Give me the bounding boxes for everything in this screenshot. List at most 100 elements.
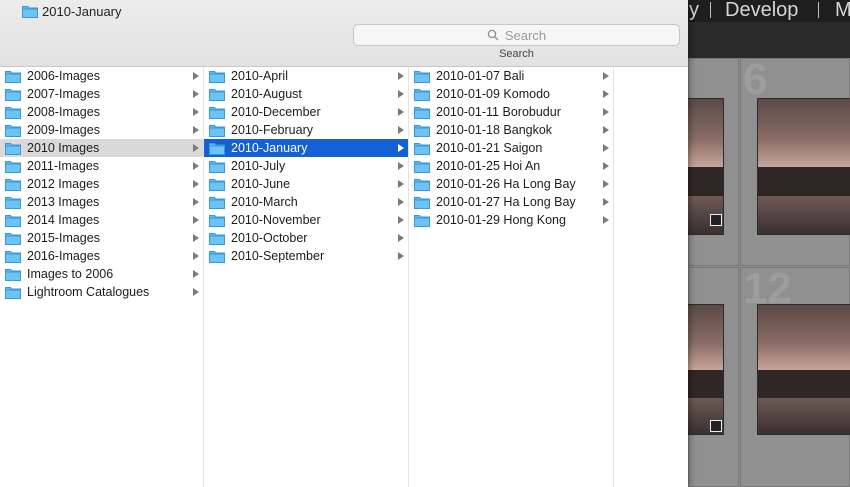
grid-cell[interactable] <box>687 267 739 487</box>
folder-label: 2010-01-25 Hoi An <box>436 159 541 173</box>
folder-row[interactable]: 2010-01-26 Ha Long Bay <box>409 175 613 193</box>
browser-column-2010-images[interactable]: 2010-April 2010-August 2010-December 2010-F… <box>204 67 409 487</box>
chevron-right-icon[interactable] <box>603 108 609 116</box>
folder-row[interactable]: 2010-01-18 Bangkok <box>409 121 613 139</box>
chevron-right-icon[interactable] <box>398 90 404 98</box>
folder-row[interactable]: 2014 Images <box>0 211 203 229</box>
chevron-right-icon[interactable] <box>193 288 199 296</box>
photo-thumbnail[interactable] <box>687 304 724 435</box>
module-separator <box>818 2 819 18</box>
chevron-right-icon[interactable] <box>398 216 404 224</box>
lightroom-grid: 6 12 <box>687 55 850 487</box>
chevron-right-icon[interactable] <box>603 126 609 134</box>
folder-row[interactable]: 2010-August <box>204 85 408 103</box>
chevron-right-icon[interactable] <box>193 234 199 242</box>
module-develop[interactable]: Develop <box>725 0 798 20</box>
browser-column-2010-january[interactable]: 2010-01-07 Bali 2010-01-09 Komodo 2010-01-… <box>409 67 614 487</box>
grid-cell[interactable]: 12 <box>740 264 850 487</box>
folder-label: 2010-December <box>231 105 321 119</box>
folder-row[interactable]: 2011-Images <box>0 157 203 175</box>
folder-icon <box>414 178 430 191</box>
folder-row[interactable]: 2010-September <box>204 247 408 265</box>
folder-row[interactable]: 2010-01-09 Komodo <box>409 85 613 103</box>
folder-row[interactable]: 2013 Images <box>0 193 203 211</box>
folder-row[interactable]: 2010-December <box>204 103 408 121</box>
folder-icon <box>209 124 225 137</box>
chevron-right-icon[interactable] <box>603 198 609 206</box>
photo-thumbnail[interactable] <box>757 304 850 435</box>
edit-badge-icon[interactable] <box>710 420 722 432</box>
folder-row[interactable]: Images to 2006 <box>0 265 203 283</box>
chevron-right-icon[interactable] <box>398 162 404 170</box>
chevron-right-icon[interactable] <box>193 126 199 134</box>
photo-thumbnail[interactable] <box>757 98 850 235</box>
grid-cell[interactable] <box>687 58 739 266</box>
chevron-right-icon[interactable] <box>398 126 404 134</box>
folder-row[interactable]: Lightroom Catalogues <box>0 283 203 301</box>
chevron-right-icon[interactable] <box>603 144 609 152</box>
chevron-right-icon[interactable] <box>193 90 199 98</box>
folder-row[interactable]: 2008-Images <box>0 103 203 121</box>
module-library-partial[interactable]: y <box>689 0 699 20</box>
chevron-right-icon[interactable] <box>193 162 199 170</box>
chevron-right-icon[interactable] <box>193 144 199 152</box>
folder-row[interactable]: 2010-01-07 Bali <box>409 67 613 85</box>
folder-row[interactable]: 2007-Images <box>0 85 203 103</box>
folder-row[interactable]: 2010-01-29 Hong Kong <box>409 211 613 229</box>
folder-icon <box>209 250 225 263</box>
chevron-right-icon[interactable] <box>603 180 609 188</box>
chevron-right-icon[interactable] <box>193 216 199 224</box>
chevron-right-icon[interactable] <box>398 144 404 152</box>
folder-row[interactable]: 2010-01-11 Borobudur <box>409 103 613 121</box>
folder-row[interactable]: 2010-October <box>204 229 408 247</box>
browser-column-root[interactable]: 2006-Images 2007-Images 2008-Images 2009-Im… <box>0 67 204 487</box>
chevron-right-icon[interactable] <box>193 198 199 206</box>
chevron-right-icon[interactable] <box>603 216 609 224</box>
folder-row[interactable]: 2006-Images <box>0 67 203 85</box>
grid-cell[interactable]: 6 <box>740 55 850 266</box>
chevron-right-icon[interactable] <box>603 72 609 80</box>
chevron-right-icon[interactable] <box>603 162 609 170</box>
chevron-right-icon[interactable] <box>193 252 199 260</box>
browser-column-empty[interactable] <box>614 67 688 487</box>
column-browser: 2006-Images 2007-Images 2008-Images 2009-Im… <box>0 67 688 487</box>
folder-browser-dialog: 2010-January Search Search 2006-Images 20… <box>0 0 688 487</box>
folder-icon <box>209 160 225 173</box>
folder-row[interactable]: 2010-01-25 Hoi An <box>409 157 613 175</box>
folder-icon <box>5 142 21 155</box>
chevron-right-icon[interactable] <box>398 234 404 242</box>
chevron-right-icon[interactable] <box>193 72 199 80</box>
folder-row[interactable]: 2010-01-21 Saigon <box>409 139 613 157</box>
folder-row[interactable]: 2010-April <box>204 67 408 85</box>
folder-row[interactable]: 2010-February <box>204 121 408 139</box>
folder-row[interactable]: 2010-January <box>204 139 408 157</box>
chevron-right-icon[interactable] <box>398 252 404 260</box>
path-popup[interactable]: 2010-January <box>22 3 122 20</box>
folder-icon <box>414 196 430 209</box>
folder-label: 2009-Images <box>27 123 100 137</box>
chevron-right-icon[interactable] <box>398 108 404 116</box>
folder-row[interactable]: 2010-November <box>204 211 408 229</box>
folder-row[interactable]: 2009-Images <box>0 121 203 139</box>
search-placeholder: Search <box>504 27 547 43</box>
folder-row[interactable]: 2012 Images <box>0 175 203 193</box>
folder-row[interactable]: 2010 Images <box>0 139 203 157</box>
chevron-right-icon[interactable] <box>398 72 404 80</box>
chevron-right-icon[interactable] <box>603 90 609 98</box>
folder-row[interactable]: 2015-Images <box>0 229 203 247</box>
folder-label: 2010-February <box>231 123 313 137</box>
folder-row[interactable]: 2010-March <box>204 193 408 211</box>
module-map-partial[interactable]: M <box>835 0 850 20</box>
folder-row[interactable]: 2010-June <box>204 175 408 193</box>
folder-row[interactable]: 2016-Images <box>0 247 203 265</box>
chevron-right-icon[interactable] <box>398 180 404 188</box>
search-input[interactable]: Search <box>353 24 680 46</box>
folder-icon <box>414 88 430 101</box>
chevron-right-icon[interactable] <box>193 180 199 188</box>
chevron-right-icon[interactable] <box>398 198 404 206</box>
edit-badge-icon[interactable] <box>710 214 722 226</box>
chevron-right-icon[interactable] <box>193 108 199 116</box>
folder-row[interactable]: 2010-July <box>204 157 408 175</box>
chevron-right-icon[interactable] <box>193 270 199 278</box>
folder-row[interactable]: 2010-01-27 Ha Long Bay <box>409 193 613 211</box>
